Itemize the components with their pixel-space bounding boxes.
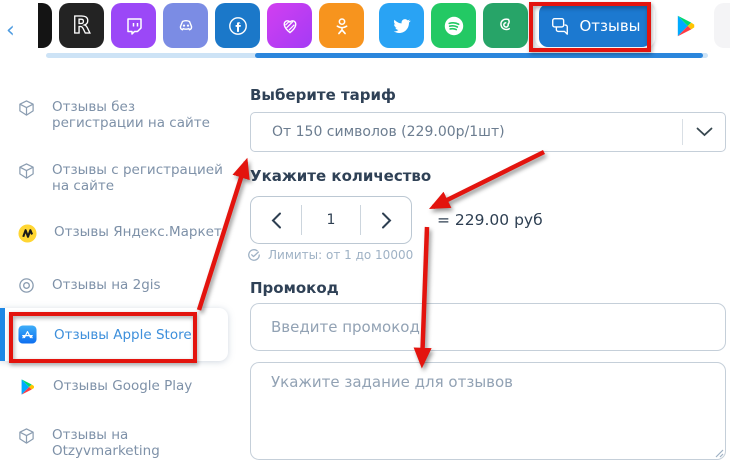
app-store-icon (18, 325, 37, 344)
package-icon (19, 428, 34, 444)
sidebar-item-label: Отзывы Apple Store (54, 326, 192, 343)
quantity-label: Укажите количество (250, 167, 432, 185)
package-icon (19, 163, 34, 179)
check-circle-icon (248, 249, 260, 261)
promo-input[interactable] (250, 303, 726, 351)
sidebar-item-label: Отзывы без регистрации на сайте (52, 99, 210, 131)
app-icon-carousel: R Отзывы (38, 3, 730, 53)
carousel-scrollbar-thumb[interactable] (255, 53, 703, 58)
2gis-icon (19, 278, 34, 293)
sidebar-item-label: Отзывы Яндекс.Маркет (54, 224, 222, 240)
app-tile-heart[interactable] (267, 3, 312, 48)
app-tile-discord[interactable] (163, 3, 208, 48)
app-tile-spotify[interactable] (431, 3, 476, 48)
sidebar-item-reviews-with-registration[interactable]: Отзывы с регистрацией на сайте (18, 162, 223, 194)
app-tile-google-play[interactable] (662, 3, 707, 48)
curl-app-icon (499, 17, 510, 30)
carousel-scrollbar-track[interactable] (46, 53, 708, 58)
promo-label: Промокод (250, 279, 339, 297)
reviews-button[interactable]: Отзывы (539, 4, 651, 47)
app-tile-odnoklassniki[interactable] (319, 3, 364, 48)
twitch-icon (126, 17, 142, 35)
sidebar-item-label: Отзывы Google Play (53, 378, 193, 394)
sidebar-item-otzyvmarketing[interactable]: Отзывы на Otzyvmarketing (18, 427, 160, 459)
chat-bubbles-icon (552, 17, 569, 35)
odnoklassniki-icon (336, 17, 347, 34)
tariff-label: Выберите тариф (250, 86, 396, 104)
discord-icon (179, 19, 192, 30)
app-tile-r[interactable]: R (59, 3, 104, 48)
task-textarea[interactable] (250, 362, 726, 460)
sidebar-item-label: Отзывы с регистрацией на сайте (52, 162, 223, 194)
quantity-increase-button[interactable] (361, 197, 411, 243)
sidebar-item-apple-store-active[interactable]: Отзывы Apple Store (0, 308, 228, 361)
app-tile-green-curl[interactable] (483, 3, 528, 48)
total-price: = 229.00 руб (437, 211, 543, 229)
tariff-selected-value: От 150 символов (229.00р/1шт) (272, 124, 505, 140)
r-letter-icon: R (72, 12, 91, 39)
chevron-left-icon (271, 212, 281, 228)
reviews-button-label: Отзывы (579, 16, 641, 35)
carousel-left-arrow-icon[interactable]: ‹ (6, 20, 15, 42)
twitter-icon (393, 18, 411, 33)
sidebar-item-reviews-no-registration[interactable]: Отзывы без регистрации на сайте (18, 99, 210, 131)
chevron-right-icon (381, 212, 391, 228)
google-play-icon (677, 15, 694, 36)
tariff-select[interactable]: От 150 символов (229.00р/1шт) (250, 112, 726, 152)
app-tile-partial[interactable] (38, 3, 52, 48)
reviews-button-tile: Отзывы (535, 3, 655, 48)
quantity-value: 1 (326, 212, 336, 228)
app-tile-partial-right[interactable] (714, 3, 730, 48)
app-tile-facebook[interactable] (215, 3, 260, 48)
sidebar-item-yandex-market[interactable]: Отзывы Яндекс.Маркет (18, 224, 222, 243)
chevron-down-icon (683, 127, 725, 137)
app-window: ‹ R Отзывы Отзывы без регистрации на сай… (0, 0, 730, 468)
sidebar-item-label: Отзывы на 2gis (52, 277, 161, 293)
sidebar-item-label: Отзывы на Otzyvmarketing (52, 427, 160, 459)
yandex-market-icon (18, 224, 37, 243)
limits-text: Лимиты: от 1 до 10000 (268, 248, 414, 262)
quantity-stepper: 1 (250, 196, 412, 244)
heart-stripes-icon (283, 19, 296, 33)
limits-row: Лимиты: от 1 до 10000 (247, 248, 413, 262)
spotify-icon (444, 16, 463, 35)
quantity-decrease-button[interactable] (251, 197, 301, 243)
package-icon (19, 100, 34, 116)
app-tile-twitch[interactable] (111, 3, 156, 48)
annotation-arrow-to-quantity (428, 149, 545, 210)
facebook-icon (228, 16, 247, 35)
sidebar-item-google-play[interactable]: Отзывы Google Play (18, 378, 192, 396)
google-play-icon (21, 379, 34, 395)
app-tile-twitter[interactable] (379, 3, 424, 48)
sidebar-item-2gis[interactable]: Отзывы на 2gis (18, 277, 161, 294)
